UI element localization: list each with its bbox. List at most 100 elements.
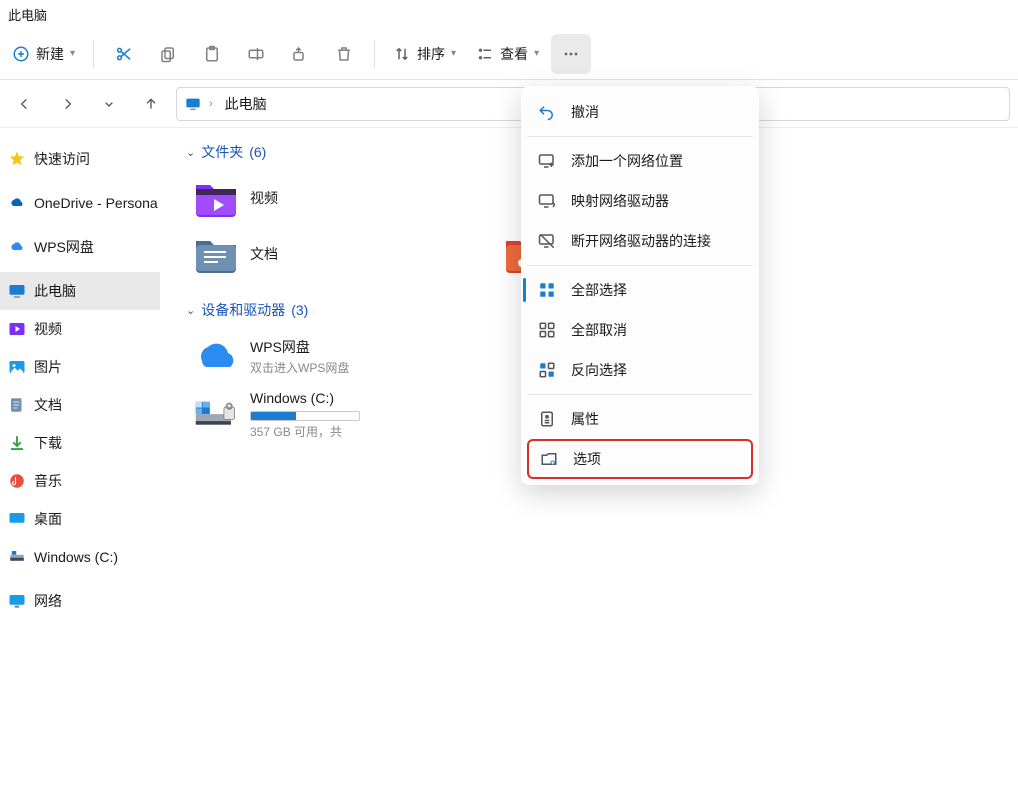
- title-bar: 此电脑: [0, 0, 1018, 28]
- paste-button[interactable]: [192, 34, 232, 74]
- menu-item-add-network-location[interactable]: 添加一个网络位置: [527, 141, 753, 181]
- sidebar-item-music[interactable]: 音乐: [0, 462, 160, 500]
- menu-separator: [527, 394, 753, 395]
- sidebar-item-network[interactable]: 网络: [0, 582, 160, 620]
- cut-button[interactable]: [104, 34, 144, 74]
- menu-item-label: 映射网络驱动器: [571, 191, 669, 211]
- new-button[interactable]: 新建 ▾: [4, 34, 83, 74]
- onedrive-icon: [8, 194, 26, 212]
- music-icon: [8, 472, 26, 490]
- view-button[interactable]: 查看 ▾: [468, 34, 547, 74]
- share-icon: [291, 45, 309, 63]
- sidebar-item-label: Windows (C:): [34, 549, 118, 565]
- menu-item-invert-selection[interactable]: 反向选择: [527, 350, 753, 390]
- tile-label: WPS网盘: [250, 337, 349, 357]
- menu-item-select-none[interactable]: 全部取消: [527, 310, 753, 350]
- tile-label: Windows (C:): [250, 390, 360, 406]
- up-button[interactable]: [134, 87, 168, 121]
- tile-label: 文档: [250, 244, 278, 264]
- separator: [93, 40, 94, 68]
- star-icon: [8, 150, 26, 168]
- device-tile-wps[interactable]: WPS网盘 双击进入WPS网盘: [186, 328, 496, 384]
- sidebar-item-this-pc[interactable]: 此电脑: [0, 272, 160, 310]
- menu-item-options[interactable]: 选项: [527, 439, 753, 479]
- invert-selection-icon: [537, 360, 557, 380]
- menu-item-label: 断开网络驱动器的连接: [571, 231, 711, 251]
- view-icon: [476, 45, 494, 63]
- sidebar-item-desktop[interactable]: 桌面: [0, 500, 160, 538]
- view-label: 查看: [500, 44, 528, 64]
- network-icon: [8, 592, 26, 610]
- tile-sublabel: 357 GB 可用，共: [250, 423, 360, 440]
- trash-icon: [335, 45, 353, 63]
- delete-button[interactable]: [324, 34, 364, 74]
- options-icon: [539, 449, 559, 469]
- new-label: 新建: [36, 44, 64, 64]
- scissors-icon: [115, 45, 133, 63]
- sidebar-item-label: 下载: [34, 433, 62, 453]
- sidebar-item-wps[interactable]: WPS网盘: [0, 228, 160, 266]
- menu-item-label: 选项: [573, 449, 601, 469]
- wps-folder-icon: [194, 334, 238, 378]
- sort-button[interactable]: 排序 ▾: [385, 34, 464, 74]
- menu-separator: [527, 265, 753, 266]
- plus-icon: [12, 45, 30, 63]
- section-count: (3): [291, 302, 308, 318]
- back-button[interactable]: [8, 87, 42, 121]
- chevron-down-icon: ▾: [70, 48, 75, 59]
- section-heading: 文件夹: [201, 142, 243, 162]
- rename-icon: [247, 45, 265, 63]
- section-count: (6): [249, 144, 266, 160]
- sidebar-item-label: 图片: [34, 357, 62, 377]
- properties-icon: [537, 409, 557, 429]
- menu-item-disconnect-network-drive[interactable]: 断开网络驱动器的连接: [527, 221, 753, 261]
- chevron-down-icon: ▾: [451, 48, 456, 59]
- desktop-icon: [8, 510, 26, 528]
- sidebar-item-label: 文档: [34, 395, 62, 415]
- sidebar-item-onedrive[interactable]: OneDrive - Persona: [0, 184, 160, 222]
- menu-item-map-network-drive[interactable]: 映射网络驱动器: [527, 181, 753, 221]
- breadcrumb[interactable]: 此电脑: [221, 92, 271, 116]
- rename-button[interactable]: [236, 34, 276, 74]
- sort-label: 排序: [417, 44, 445, 64]
- map-drive-icon: [537, 191, 557, 211]
- share-button[interactable]: [280, 34, 320, 74]
- sidebar-item-downloads[interactable]: 下载: [0, 424, 160, 462]
- drive-icon: [8, 548, 26, 566]
- device-tile-drive-c[interactable]: Windows (C:) 357 GB 可用，共: [186, 384, 496, 446]
- menu-item-select-all[interactable]: 全部选择: [527, 270, 753, 310]
- menu-item-properties[interactable]: 属性: [527, 399, 753, 439]
- documents-folder-icon: [194, 232, 238, 276]
- sidebar-item-label: 桌面: [34, 509, 62, 529]
- menu-item-label: 属性: [571, 409, 599, 429]
- sidebar-item-quick-access[interactable]: 快速访问: [0, 140, 160, 178]
- copy-button[interactable]: [148, 34, 188, 74]
- folder-tile-documents[interactable]: 文档: [186, 226, 496, 282]
- navigation-row: › 此电脑: [0, 80, 1018, 128]
- sidebar-item-drive-c[interactable]: Windows (C:): [0, 538, 160, 576]
- paste-icon: [203, 45, 221, 63]
- sidebar-item-pictures[interactable]: 图片: [0, 348, 160, 386]
- forward-button[interactable]: [50, 87, 84, 121]
- chevron-right-icon: ›: [209, 98, 213, 110]
- tile-label: 视频: [250, 188, 278, 208]
- toolbar: 新建 ▾ 排序 ▾: [0, 28, 1018, 80]
- sidebar-item-videos[interactable]: 视频: [0, 310, 160, 348]
- pictures-icon: [8, 358, 26, 376]
- menu-item-undo[interactable]: 撤消: [527, 92, 753, 132]
- sidebar-item-label: OneDrive - Persona: [34, 195, 158, 211]
- pc-icon: [185, 96, 201, 112]
- drive-c-icon: [194, 393, 238, 437]
- menu-item-label: 反向选择: [571, 360, 627, 380]
- wps-icon: [8, 238, 26, 256]
- sidebar-item-label: 音乐: [34, 471, 62, 491]
- folder-tile-videos[interactable]: 视频: [186, 170, 496, 226]
- sidebar-item-label: WPS网盘: [34, 237, 94, 257]
- menu-item-label: 全部取消: [571, 320, 627, 340]
- more-icon: [561, 44, 581, 64]
- recent-button[interactable]: [92, 87, 126, 121]
- documents-icon: [8, 396, 26, 414]
- sidebar-item-documents[interactable]: 文档: [0, 386, 160, 424]
- more-button[interactable]: [551, 34, 591, 74]
- main-area: 快速访问 OneDrive - Persona WPS网盘 此电脑 视频 图片 …: [0, 128, 1018, 785]
